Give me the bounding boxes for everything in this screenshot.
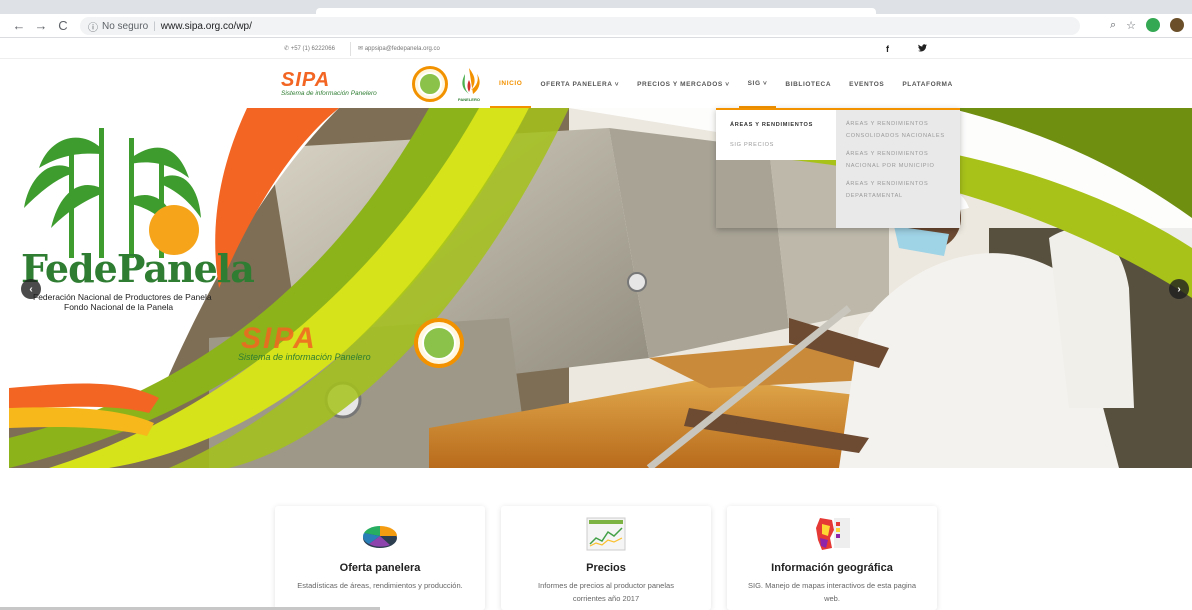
logo-word: SIPA [281, 69, 331, 91]
menu-sig[interactable]: SIG ˅ [738, 60, 777, 108]
logo-subtitle: Sistema de información Panelero [281, 90, 377, 97]
url-separator: | [153, 20, 156, 32]
areas-submenu: ÁREAS Y RENDIMIENTOS CONSOLIDADOS NACION… [836, 108, 960, 228]
bookmark-star-icon[interactable]: ☆ [1126, 19, 1136, 32]
menu-inicio[interactable]: INICIO [490, 60, 532, 108]
fedepanela-line1: Federación Nacional de Productores de Pa… [33, 292, 212, 302]
hero-sipa-logo: SIPA [241, 322, 317, 355]
menu-plataforma[interactable]: PLATAFORMA [893, 60, 962, 108]
card-description: Informes de precios al productor panelas… [538, 581, 674, 603]
fondo-seal-icon [412, 66, 448, 102]
email-text[interactable]: ✉ appsipa@fedepanela.org.co [358, 45, 440, 52]
dropdown-item-por-municipio[interactable]: ÁREAS Y RENDIMIENTOS NACIONAL POR MUNICI… [846, 148, 950, 172]
menu-biblioteca[interactable]: BIBLIOTECA [776, 60, 840, 108]
browser-actions: ⌕ ☆ [1110, 18, 1184, 32]
dropdown-item-areas-rendimientos[interactable]: ÁREAS Y RENDIMIENTOS [716, 119, 836, 131]
divider [350, 42, 351, 56]
reload-icon[interactable]: C [54, 17, 72, 35]
map-icon [816, 518, 850, 550]
zoom-icon[interactable]: ⌕ [1110, 19, 1116, 32]
card-title: Precios [586, 562, 626, 574]
back-icon[interactable]: ← [10, 17, 28, 35]
site-header: SIPA Sistema de información Panelero PAN… [0, 60, 1192, 108]
card-title: Información geográfica [771, 562, 893, 574]
dropdown-item-departamental[interactable]: ÁREAS Y RENDIMIENTOS DEPARTAMENTAL [846, 178, 950, 202]
card-oferta-panelera[interactable]: Oferta panelera Estadísticas de áreas, r… [275, 506, 485, 610]
svg-text:PANELERO: PANELERO [458, 97, 480, 102]
security-label: No seguro [102, 20, 149, 32]
main-menu: INICIO OFERTA PANELERA ˅ PRECIOS Y MERCA… [490, 60, 962, 108]
panelero-flame-icon: PANELERO [458, 68, 480, 102]
dropdown-item-consolidados[interactable]: ÁREAS Y RENDIMIENTOS CONSOLIDADOS NACION… [846, 118, 950, 142]
fedepanela-title: FedePanela [21, 246, 255, 291]
card-description: Estadísticas de áreas, rendimientos y pr… [297, 581, 463, 590]
browser-tabstrip [0, 0, 1192, 14]
card-title: Oferta panelera [339, 562, 421, 574]
info-icon[interactable]: ⓘ [88, 19, 98, 34]
address-bar[interactable]: ⓘ No seguro | www.sipa.org.co/wp/ [80, 17, 1080, 35]
card-precios[interactable]: Precios Informes de precios al productor… [501, 506, 711, 610]
hero-sipa-subtitle: Sistema de información Panelero [238, 352, 371, 362]
card-description: SIG. Manejo de mapas interactivos de est… [747, 581, 916, 603]
slider-prev-button[interactable]: ‹ [21, 279, 41, 299]
menu-eventos[interactable]: EVENTOS [840, 60, 893, 108]
hero-seal-icon [414, 318, 464, 368]
extension-icon[interactable] [1146, 18, 1160, 32]
sipa-logo[interactable]: SIPA Sistema de información Panelero [281, 70, 401, 100]
pie-chart-icon [363, 526, 397, 548]
twitter-icon[interactable] [918, 44, 927, 54]
sig-submenu: ÁREAS Y RENDIMIENTOS SIG PRECIOS [716, 108, 836, 160]
phone-number: +57 (1) 6222066 [290, 46, 335, 52]
phone-text: ✆ +57 (1) 6222066 [284, 46, 335, 52]
price-report-icon [586, 517, 626, 551]
url-text[interactable]: www.sipa.org.co/wp/ [161, 21, 252, 32]
sig-dropdown: ÁREAS Y RENDIMIENTOS SIG PRECIOS ÁREAS Y… [716, 108, 960, 228]
contact-bar: ✆ +57 (1) 6222066 ✉ appsipa@fedepanela.o… [0, 39, 1192, 59]
facebook-icon[interactable]: f [886, 44, 889, 54]
email-address[interactable]: appsipa@fedepanela.org.co [365, 46, 440, 52]
forward-icon[interactable]: → [32, 17, 50, 35]
dropdown-item-sig-precios[interactable]: SIG PRECIOS [716, 139, 836, 151]
fedepanela-line2: Fondo Nacional de la Panela [64, 302, 174, 312]
hero-slider: FedePanela Federación Nacional de Produc… [9, 108, 1192, 468]
browser-toolbar: ← → C ⓘ No seguro | www.sipa.org.co/wp/ … [0, 14, 1192, 38]
feature-cards: Oferta panelera Estadísticas de áreas, r… [275, 506, 937, 610]
slider-next-button[interactable]: › [1169, 279, 1189, 299]
menu-oferta-panelera[interactable]: OFERTA PANELERA ˅ [531, 60, 628, 108]
profile-avatar[interactable] [1170, 18, 1184, 32]
card-informacion-geografica[interactable]: Información geográfica SIG. Manejo de ma… [727, 506, 937, 610]
menu-precios-mercados[interactable]: PRECIOS Y MERCADOS ˅ [628, 60, 739, 108]
